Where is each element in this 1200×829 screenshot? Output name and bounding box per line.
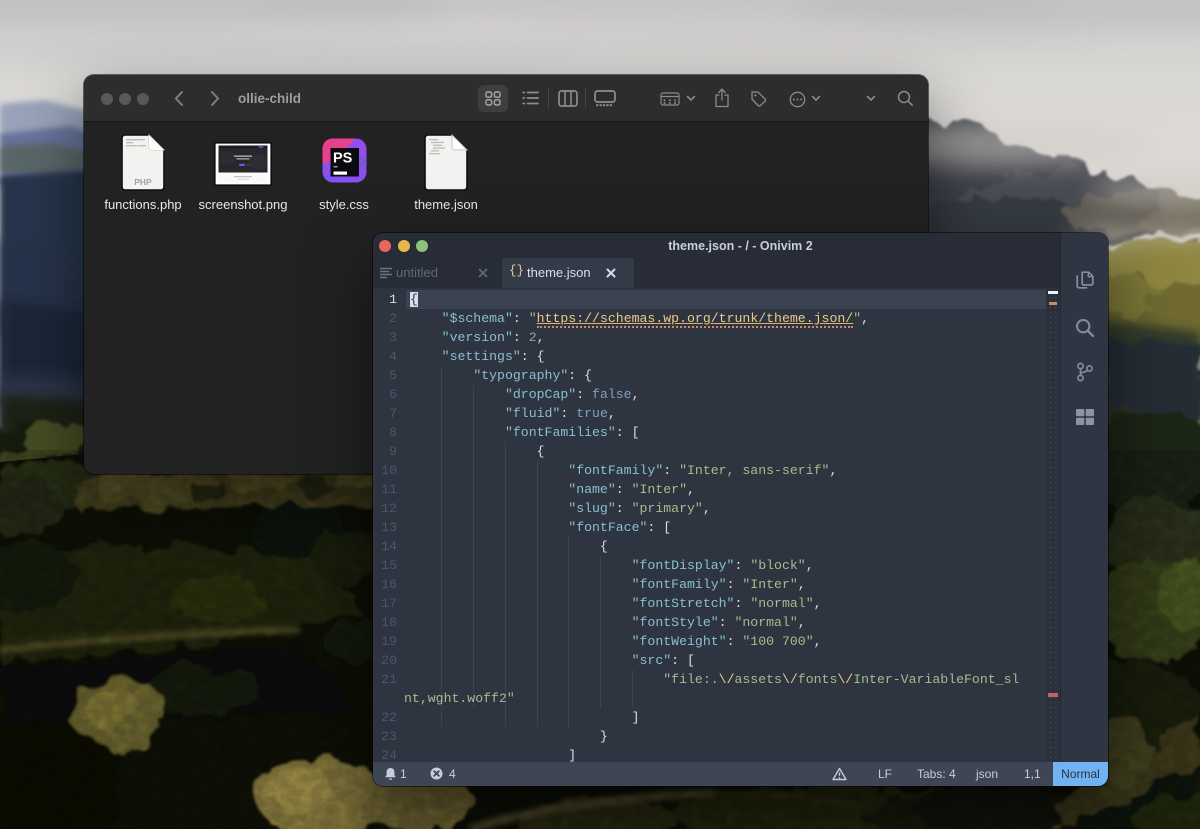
svg-text:PHP: PHP <box>134 177 152 187</box>
svg-text:PS: PS <box>333 151 353 167</box>
